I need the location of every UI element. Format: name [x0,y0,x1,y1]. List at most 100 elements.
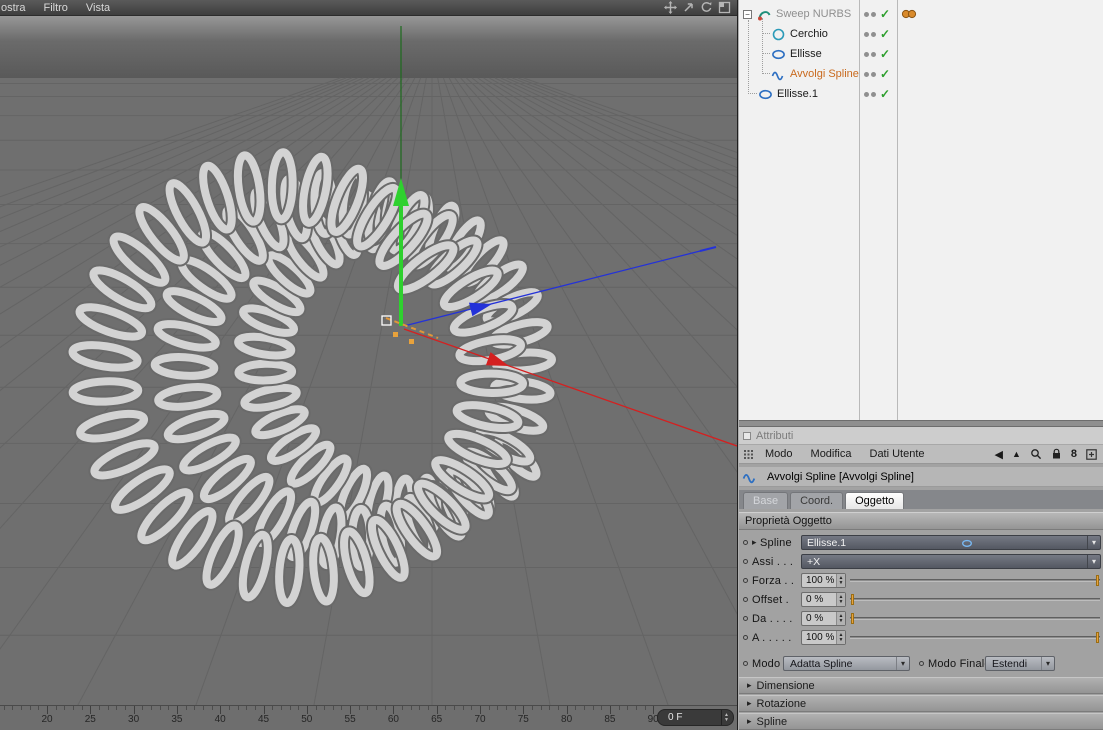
chevron-down-icon[interactable]: ▾ [1087,555,1100,568]
stepper-arrows-icon[interactable]: ▲ ▼ [836,631,845,644]
history-up-icon[interactable]: ▲ [1012,449,1021,459]
expander-icon[interactable]: − [743,9,752,19]
menu-modo[interactable]: Modo [758,448,800,460]
offset-slider[interactable] [850,592,1100,607]
object-label[interactable]: Ellisse.1 [777,88,818,100]
object-row-cerchio[interactable]: Cerchio [770,24,828,44]
visibility-dots[interactable] [864,24,876,44]
enable-check-icon[interactable]: ✓ [880,84,890,104]
panel-splitter[interactable] [739,420,1103,427]
section-spline[interactable]: ▸ Spline [739,713,1103,730]
anim-dot-icon[interactable] [743,597,748,602]
slider-handle[interactable] [1096,632,1099,643]
chevron-down-icon[interactable]: ▾ [1041,657,1054,670]
row-offset: Offset . 0 % ▲ ▼ [739,590,1103,609]
object-row-sweep-nurbs[interactable]: − Sweep NURBS [743,4,851,24]
menu-mostra[interactable]: ostra [0,2,34,14]
attributes-titlebar[interactable]: Attributi [739,427,1103,445]
stepper-arrows-icon[interactable]: ▲ ▼ [836,593,845,606]
object-label[interactable]: Sweep NURBS [776,8,851,20]
offset-spinner[interactable]: 0 % ▲ ▼ [801,592,846,607]
visibility-dots[interactable] [864,4,876,24]
selected-object-title: Avvolgi Spline [Avvolgi Spline] [767,470,914,483]
maximize-view-icon[interactable] [718,1,731,14]
assi-dropdown[interactable]: +X ▾ [801,554,1101,569]
forza-label: Forza . . [752,574,795,587]
wrap-spline-icon [770,66,786,82]
timeline-ruler[interactable]: 20 25 30 35 40 45 50 55 60 65 70 75 80 85 90 0 F ▲ ▼ [0,705,737,730]
row-spline: ▸ Spline Ellisse.1 ▾ [739,533,1103,552]
object-row-avvolgi-spline[interactable]: Avvolgi Spline [770,64,859,84]
menu-filtro[interactable]: Filtro [34,2,76,14]
visibility-dots[interactable] [864,64,876,84]
modo-dropdown[interactable]: Adatta Spline ▾ [783,656,910,671]
forza-spinner[interactable]: 100 % ▲ ▼ [801,573,846,588]
da-spinner[interactable]: 0 % ▲ ▼ [801,611,846,626]
object-label[interactable]: Avvolgi Spline [790,68,859,80]
rotate-icon[interactable] [700,1,713,14]
frame-stepper[interactable]: ▲ ▼ [721,710,733,725]
a-slider[interactable] [850,630,1100,645]
visibility-dots[interactable] [864,44,876,64]
enable-check-icon[interactable]: ✓ [880,4,890,24]
object-manager: − Sweep NURBS Cerchio Ellisse Avvolgi Sp… [739,0,1103,420]
chevron-down-icon[interactable]: ▾ [896,657,909,670]
anim-dot-icon[interactable] [919,661,924,666]
menu-vista[interactable]: Vista [77,2,119,14]
anim-dot-icon[interactable] [743,540,748,545]
section-header-proprieta-oggetto[interactable]: Proprietà Oggetto [739,512,1103,530]
slider-handle[interactable] [851,613,854,624]
search-icon[interactable] [1030,448,1042,460]
menu-dati-utente[interactable]: Dati Utente [863,448,932,460]
viewport-3d-scene[interactable] [0,16,737,705]
zoom-icon[interactable] [682,1,695,14]
tab-oggetto[interactable]: Oggetto [845,492,905,509]
current-frame-field[interactable]: 0 F ▲ ▼ [657,709,734,726]
slider-handle[interactable] [851,594,854,605]
ground-plane [0,78,737,705]
history-back-icon[interactable]: ◀ [994,448,1002,461]
pan-icon[interactable] [664,1,677,14]
dock-icon[interactable] [743,431,751,440]
spline-link-field[interactable]: Ellisse.1 ▾ [801,535,1101,550]
object-label[interactable]: Ellisse [790,48,822,60]
da-slider[interactable] [850,611,1100,626]
modo-finale-dropdown[interactable]: Estendi ▾ [985,656,1055,671]
anim-dot-icon[interactable] [743,661,748,666]
bridge-icon[interactable]: 8 [1071,448,1077,460]
section-dimensione[interactable]: ▸ Dimensione [739,677,1103,694]
section-label: Dimensione [756,679,815,692]
object-label[interactable]: Cerchio [790,28,828,40]
attribute-manager: Attributi Modo Modifica Dati Utente ◀ ▲ … [739,427,1103,730]
menu-modifica[interactable]: Modifica [804,448,859,460]
enable-check-icon[interactable]: ✓ [880,24,890,44]
tree-line [748,20,749,94]
object-row-ellisse[interactable]: Ellisse [770,44,822,64]
chevron-down-icon[interactable]: ▾ [1086,536,1100,549]
anim-dot-icon[interactable] [743,578,748,583]
cinema4d-window: ostra Filtro Vista 20 25 30 35 40 45 50 … [0,0,1103,730]
expand-arrow-icon[interactable]: ▸ [752,537,760,548]
modo-label: Modo [752,657,781,670]
object-row-ellisse-1[interactable]: Ellisse.1 [757,84,818,104]
lock-icon[interactable] [1051,448,1062,460]
enable-check-icon[interactable]: ✓ [880,64,890,84]
stepper-arrows-icon[interactable]: ▲ ▼ [836,612,845,625]
forza-slider[interactable] [850,573,1100,588]
a-spinner[interactable]: 100 % ▲ ▼ [801,630,846,645]
enable-check-icon[interactable]: ✓ [880,44,890,64]
viewport-nav-icons [664,1,737,14]
add-panel-icon[interactable] [1086,448,1097,460]
slider-handle[interactable] [1096,575,1099,586]
panel-grid-icon[interactable] [743,449,754,460]
orange-tag-icon[interactable] [901,4,917,24]
stepper-arrows-icon[interactable]: ▲ ▼ [836,574,845,587]
tab-coord[interactable]: Coord. [790,492,844,509]
ellipse-spline-icon [770,46,786,62]
anim-dot-icon[interactable] [743,559,748,564]
section-rotazione[interactable]: ▸ Rotazione [739,695,1103,712]
visibility-dots[interactable] [864,84,876,104]
anim-dot-icon[interactable] [743,616,748,621]
tab-base[interactable]: Base [743,492,789,509]
anim-dot-icon[interactable] [743,635,748,640]
